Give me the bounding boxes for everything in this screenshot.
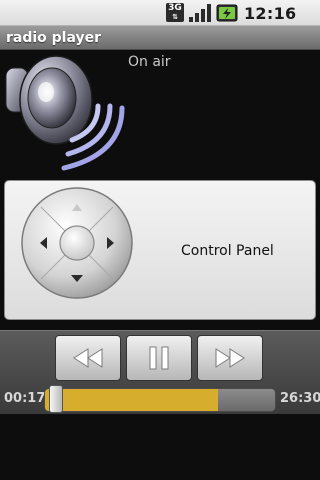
fast-forward-button[interactable] (197, 335, 263, 381)
dpad-icon[interactable] (19, 185, 135, 301)
status-bar: 3G ⇅ 12:16 PM (0, 0, 320, 43)
on-air-status: On air (128, 54, 171, 70)
signal-strength-icon (189, 4, 211, 22)
speaker-icon (5, 55, 125, 171)
network-type-label: 3G (168, 3, 182, 13)
network-activity-icon: ⇅ (172, 13, 178, 21)
seek-bar[interactable] (44, 388, 276, 412)
fast-forward-icon (215, 348, 245, 368)
seek-buffer-fill (45, 389, 218, 411)
rewind-button[interactable] (55, 335, 121, 381)
elapsed-time: 00:17 (4, 391, 46, 406)
control-panel-label: Control Panel (181, 243, 274, 259)
rewind-icon (73, 348, 103, 368)
pause-icon (149, 346, 169, 370)
title-bar: radio player (0, 26, 320, 50)
app-title: radio player (6, 30, 102, 46)
network-3g-icon: 3G ⇅ (166, 3, 184, 22)
battery-charging-icon (216, 4, 238, 22)
pause-button[interactable] (126, 335, 192, 381)
total-time: 26:30 (280, 391, 320, 406)
control-panel-card[interactable]: Control Panel (4, 180, 316, 320)
seek-thumb[interactable] (49, 385, 63, 413)
player-controls: 00:17 26:30 (0, 330, 320, 414)
